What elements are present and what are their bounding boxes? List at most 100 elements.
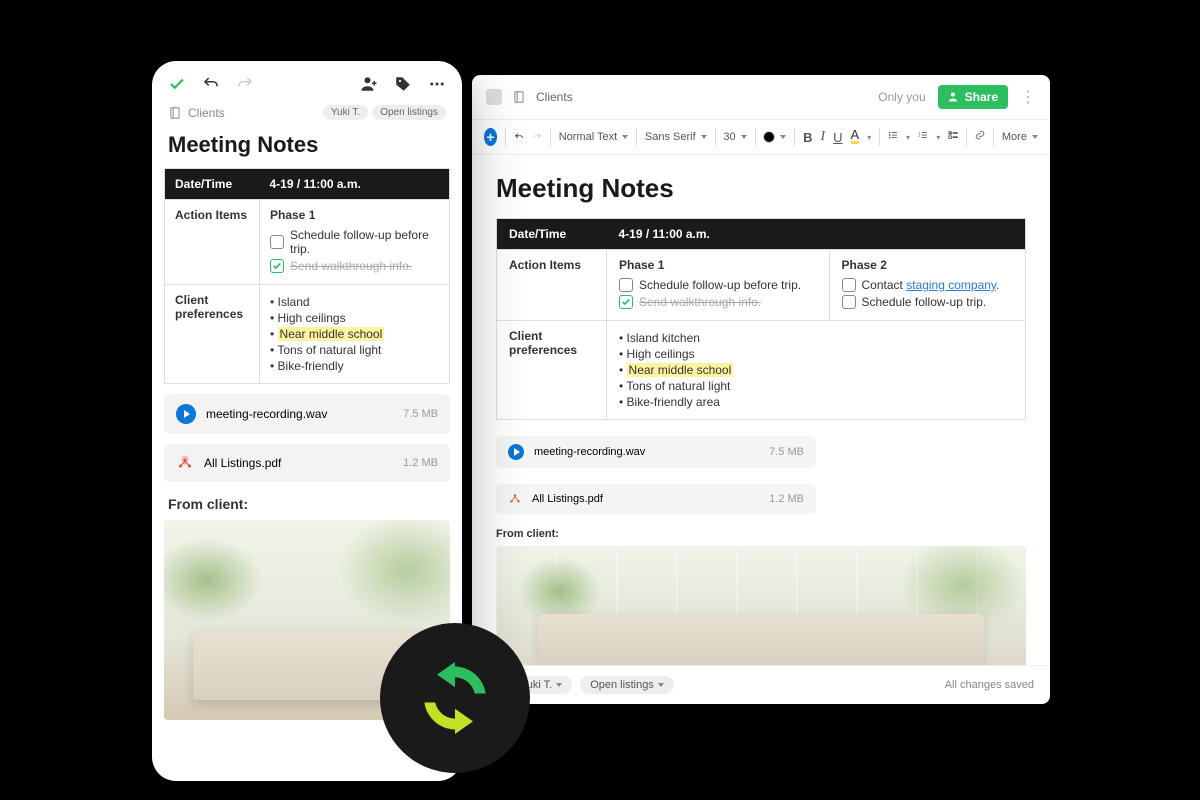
action-cell[interactable]: Phase 1 Schedule follow-up before trip. … <box>260 200 450 285</box>
section-heading: From client: <box>152 482 462 520</box>
tag-add-icon[interactable] <box>394 75 412 93</box>
th-value: 4-19 / 11:00 a.m. <box>260 169 450 200</box>
save-status: All changes saved <box>945 679 1034 691</box>
checkbox-checked-icon[interactable] <box>270 259 284 273</box>
svg-text:2: 2 <box>918 134 920 138</box>
phase-heading: Phase 2 <box>842 258 1014 272</box>
tag-pill[interactable]: Open listings <box>372 105 446 120</box>
more-vertical-icon[interactable]: ⋮ <box>1020 87 1036 107</box>
share-person-icon[interactable] <box>360 75 378 93</box>
bullet-item: • Bike-friendly area <box>619 395 1013 409</box>
note-title[interactable]: Meeting Notes <box>152 128 462 168</box>
font-size-dropdown[interactable]: 30 <box>723 131 746 143</box>
bullet-item: • Near middle school <box>619 363 1013 377</box>
attachment-audio[interactable]: meeting-recording.wav 7.5 MB <box>496 436 816 468</box>
th-value: 4-19 / 11:00 a.m. <box>607 219 1026 250</box>
insert-icon[interactable]: + <box>484 128 497 146</box>
checkbox-icon[interactable] <box>842 295 856 309</box>
bullet-item: • High ceilings <box>270 311 439 325</box>
format-toolbar: + Normal Text Sans Serif 30 B I U A ▾ ▾ … <box>472 120 1050 155</box>
mobile-toolbar <box>152 61 462 101</box>
task-text: Schedule follow-up before trip. <box>290 228 439 256</box>
more-icon[interactable] <box>428 75 446 93</box>
pdf-icon <box>176 454 194 472</box>
numbered-list-icon[interactable]: 12 <box>918 130 928 144</box>
row-label: Client preferences <box>165 285 260 384</box>
font-family-dropdown[interactable]: Sans Serif <box>645 131 707 143</box>
checkbox-icon[interactable] <box>270 235 284 249</box>
attachment-pdf[interactable]: All Listings.pdf 1.2 MB <box>164 444 450 482</box>
attachment-size: 7.5 MB <box>769 446 804 458</box>
bullet-list-icon[interactable] <box>888 130 898 144</box>
notebook-name[interactable]: Clients <box>536 90 573 104</box>
desktop-header: Clients Only you Share ⋮ <box>472 75 1050 120</box>
phase-heading: Phase 1 <box>270 208 439 222</box>
prefs-cell[interactable]: • Island • High ceilings • Near middle s… <box>260 285 450 384</box>
attachment-size: 1.2 MB <box>769 493 804 505</box>
note-title[interactable]: Meeting Notes <box>496 173 1026 204</box>
staging-link[interactable]: staging company <box>906 278 996 292</box>
visibility-label: Only you <box>878 90 925 104</box>
section-heading: From client: <box>496 528 1026 540</box>
sync-icon <box>410 653 500 743</box>
task-text: Contact staging company. <box>862 278 1000 292</box>
row-label: Client preferences <box>497 321 607 420</box>
bullet-item: • High ceilings <box>619 347 1013 361</box>
task-text: Send walkthrough info. <box>639 295 761 309</box>
notebook-name[interactable]: Clients <box>188 106 225 120</box>
bold-button[interactable]: B <box>803 130 812 145</box>
color-swatch-icon <box>763 131 775 143</box>
link-icon[interactable] <box>975 130 985 144</box>
share-button[interactable]: Share <box>938 85 1008 109</box>
attachment-name: meeting-recording.wav <box>206 407 327 421</box>
highlight-button[interactable]: A <box>851 130 860 143</box>
undo-icon[interactable] <box>202 75 220 93</box>
tag-pill[interactable]: Open listings <box>580 676 674 694</box>
desktop-footer: Yuki T. Open listings All changes saved <box>472 665 1050 704</box>
redo-icon[interactable] <box>236 75 254 93</box>
play-icon[interactable] <box>176 404 196 424</box>
task-text: Schedule follow-up trip. <box>862 295 987 309</box>
checkbox-checked-icon[interactable] <box>619 295 633 309</box>
undo-icon[interactable] <box>514 130 524 144</box>
tag-pill[interactable]: Yuki T. <box>323 105 368 120</box>
client-photo[interactable] <box>496 546 1026 665</box>
more-formatting-dropdown[interactable]: More <box>1002 131 1038 143</box>
phase-heading: Phase 1 <box>619 258 817 272</box>
task-text: Schedule follow-up before trip. <box>639 278 801 292</box>
meeting-table: Date/Time4-19 / 11:00 a.m. Action Items … <box>164 168 450 384</box>
phase1-cell[interactable]: Phase 1 Schedule follow-up before trip. … <box>607 250 830 321</box>
bullet-item: • Near middle school <box>270 327 439 341</box>
redo-icon[interactable] <box>532 130 542 144</box>
attachment-name: All Listings.pdf <box>204 456 281 470</box>
mobile-breadcrumb: Clients Yuki T. Open listings <box>152 101 462 128</box>
attachment-size: 7.5 MB <box>403 408 438 420</box>
th-datetime: Date/Time <box>165 169 260 200</box>
play-icon[interactable] <box>508 444 524 460</box>
text-color-dropdown[interactable] <box>763 131 786 143</box>
th-datetime: Date/Time <box>497 219 607 250</box>
sync-badge <box>380 623 530 773</box>
confirm-icon[interactable] <box>168 75 186 93</box>
checklist-icon[interactable] <box>948 130 958 144</box>
attachment-pdf[interactable]: All Listings.pdf 1.2 MB <box>496 484 816 514</box>
attachment-size: 1.2 MB <box>403 457 438 469</box>
notebook-icon <box>512 90 526 104</box>
checkbox-icon[interactable] <box>619 278 633 292</box>
row-label: Action Items <box>497 250 607 321</box>
bullet-item: • Tons of natural light <box>270 343 439 357</box>
checkbox-icon[interactable] <box>842 278 856 292</box>
desktop-window: Clients Only you Share ⋮ + Normal Text S… <box>472 75 1050 704</box>
phase2-cell[interactable]: Phase 2 Contact staging company. Schedul… <box>829 250 1026 321</box>
attachment-name: All Listings.pdf <box>532 493 603 505</box>
editor-body[interactable]: Meeting Notes Date/Time4-19 / 11:00 a.m.… <box>472 155 1050 665</box>
notebook-icon <box>168 106 182 120</box>
underline-button[interactable]: U <box>833 130 842 145</box>
italic-button[interactable]: I <box>820 129 825 145</box>
row-label: Action Items <box>165 200 260 285</box>
prefs-cell[interactable]: • Island kitchen • High ceilings • Near … <box>607 321 1026 420</box>
expand-icon[interactable] <box>486 89 502 105</box>
attachment-audio[interactable]: meeting-recording.wav 7.5 MB <box>164 394 450 434</box>
task-text: Send walkthrough info. <box>290 259 412 273</box>
paragraph-style-dropdown[interactable]: Normal Text <box>559 131 628 143</box>
